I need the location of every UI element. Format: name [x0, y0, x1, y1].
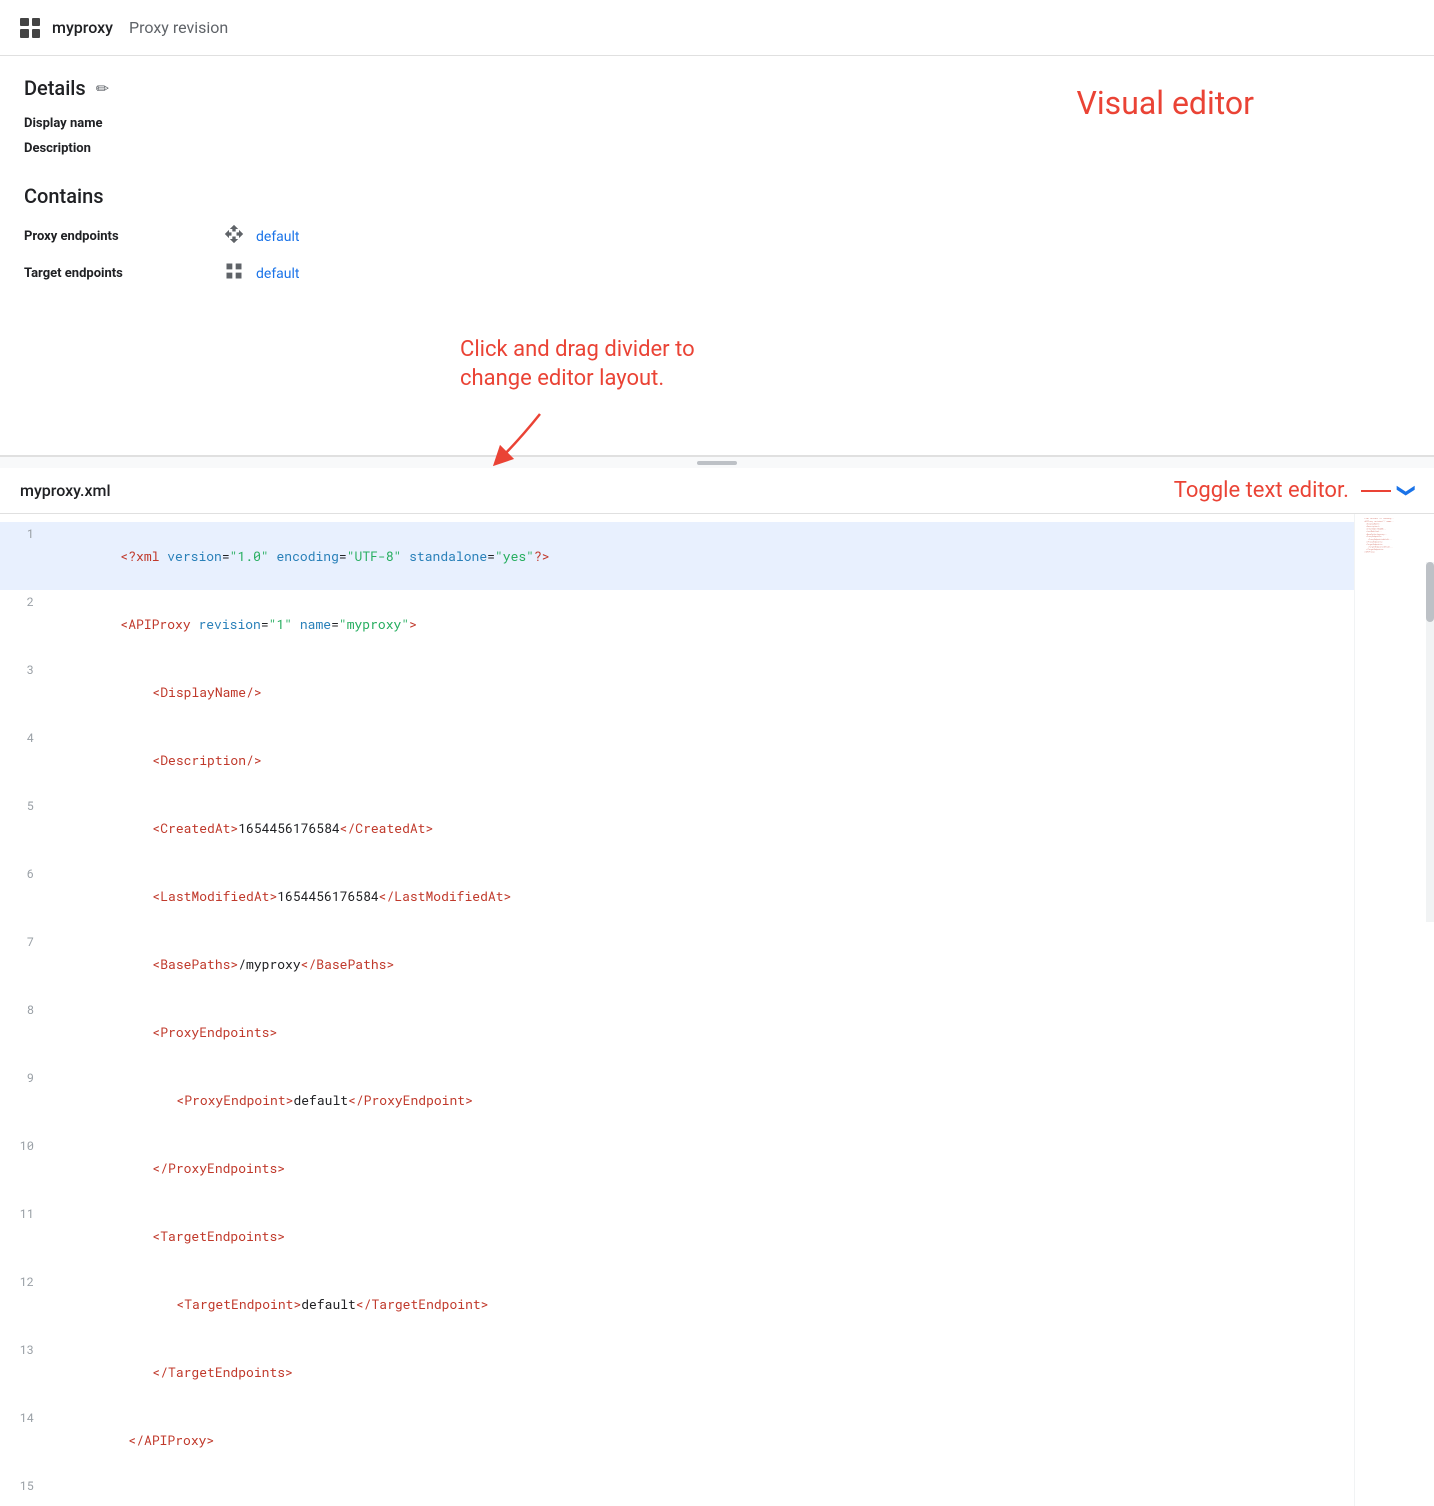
code-editor[interactable]: 1 <?xml version="1.0" encoding="UTF-8" s…: [0, 514, 1434, 1506]
proxy-endpoints-label: Proxy endpoints: [24, 229, 224, 244]
apps-icon: [20, 18, 40, 38]
code-line-5: 5 <CreatedAt>1654456176584</CreatedAt>: [0, 794, 1434, 862]
divider-grip: [697, 461, 737, 465]
text-editor-panel: myproxy.xml Toggle text editor. ❯ Text e…: [0, 468, 1434, 1506]
line-content-1: <?xml version="1.0" encoding="UTF-8" sta…: [50, 523, 1434, 589]
line-content-5: <CreatedAt>1654456176584</CreatedAt>: [50, 795, 1434, 861]
target-endpoints-row: Target endpoints default: [24, 261, 1410, 286]
line-number-3: 3: [0, 659, 50, 681]
scrollbar-track[interactable]: [1426, 562, 1434, 922]
code-line-1: 1 <?xml version="1.0" encoding="UTF-8" s…: [0, 522, 1434, 590]
line-content-2: <APIProxy revision="1" name="myproxy">: [50, 591, 1434, 657]
code-line-10: 10 </ProxyEndpoints>: [0, 1134, 1434, 1202]
line-content-3: <DisplayName/>: [50, 659, 1434, 725]
line-number-13: 13: [0, 1339, 50, 1361]
filename-label: myproxy.xml: [20, 481, 111, 500]
line-number-9: 9: [0, 1067, 50, 1089]
line-content-14: </APIProxy>: [50, 1407, 1434, 1473]
line-number-14: 14: [0, 1407, 50, 1429]
line-content-10: </ProxyEndpoints>: [50, 1135, 1434, 1201]
edit-pencil-icon[interactable]: ✏: [96, 79, 109, 98]
line-number-12: 12: [0, 1271, 50, 1293]
visual-editor-label: Visual editor: [1077, 84, 1254, 122]
text-editor-header: myproxy.xml Toggle text editor. ❯: [0, 468, 1434, 514]
breadcrumb-label: Proxy revision: [129, 18, 228, 37]
line-content-8: <ProxyEndpoints>: [50, 999, 1434, 1065]
code-line-4: 4 <Description/>: [0, 726, 1434, 794]
target-endpoints-label: Target endpoints: [24, 266, 224, 281]
toggle-dash: [1361, 490, 1391, 492]
code-line-12: 12 <TargetEndpoint>default</TargetEndpoi…: [0, 1270, 1434, 1338]
line-content-6: <LastModifiedAt>1654456176584</LastModif…: [50, 863, 1434, 929]
code-line-3: 3 <DisplayName/>: [0, 658, 1434, 726]
line-number-1: 1: [0, 523, 50, 545]
line-number-7: 7: [0, 931, 50, 953]
line-number-5: 5: [0, 795, 50, 817]
chevron-down-icon[interactable]: ❯: [1396, 483, 1417, 498]
visual-editor-panel: Visual editor Details ✏ Display name Des…: [0, 56, 1434, 456]
code-line-14: 14 </APIProxy>: [0, 1406, 1434, 1474]
code-line-8: 8 <ProxyEndpoints>: [0, 998, 1434, 1066]
line-number-2: 2: [0, 591, 50, 613]
description-label: Description: [24, 141, 1410, 156]
toggle-line: ❯: [1361, 480, 1414, 501]
line-content-7: <BasePaths>/myproxy</BasePaths>: [50, 931, 1434, 997]
code-line-13: 13 </TargetEndpoints>: [0, 1338, 1434, 1406]
proxy-endpoints-row: Proxy endpoints default: [24, 224, 1410, 249]
text-editor-toolbar: Toggle text editor. ❯: [1174, 478, 1414, 503]
toggle-text-editor-annotation: Toggle text editor.: [1174, 478, 1349, 503]
target-endpoint-default-link[interactable]: default: [256, 266, 300, 282]
line-number-11: 11: [0, 1203, 50, 1225]
resize-divider[interactable]: [0, 456, 1434, 468]
code-line-9: 9 <ProxyEndpoint>default</ProxyEndpoint>: [0, 1066, 1434, 1134]
code-line-6: 6 <LastModifiedAt>1654456176584</LastMod…: [0, 862, 1434, 930]
line-number-8: 8: [0, 999, 50, 1021]
target-endpoint-grid-icon: [224, 261, 244, 286]
code-line-7: 7 <BasePaths>/myproxy</BasePaths>: [0, 930, 1434, 998]
line-number-10: 10: [0, 1135, 50, 1157]
header-bar: myproxy Proxy revision: [0, 0, 1434, 56]
drag-divider-annotation: Click and drag divider to change editor …: [460, 336, 695, 469]
details-title: Details: [24, 76, 86, 100]
code-line-15: 15: [0, 1474, 1434, 1498]
proxy-endpoint-move-icon: [224, 224, 244, 249]
scrollbar-thumb[interactable]: [1426, 562, 1434, 622]
contains-title: Contains: [24, 184, 1410, 208]
code-line-11: 11 <TargetEndpoints>: [0, 1202, 1434, 1270]
proxy-endpoint-default-link[interactable]: default: [256, 229, 300, 245]
contains-section: Contains Proxy endpoints default Target …: [24, 184, 1410, 286]
proxy-name[interactable]: myproxy: [52, 18, 113, 37]
line-content-11: <TargetEndpoints>: [50, 1203, 1434, 1269]
code-line-2: 2 <APIProxy revision="1" name="myproxy">: [0, 590, 1434, 658]
line-content-12: <TargetEndpoint>default</TargetEndpoint>: [50, 1271, 1434, 1337]
line-content-9: <ProxyEndpoint>default</ProxyEndpoint>: [50, 1067, 1434, 1133]
line-number-4: 4: [0, 727, 50, 749]
line-number-15: 15: [0, 1475, 50, 1497]
line-content-13: </TargetEndpoints>: [50, 1339, 1434, 1405]
line-content-4: <Description/>: [50, 727, 1434, 793]
